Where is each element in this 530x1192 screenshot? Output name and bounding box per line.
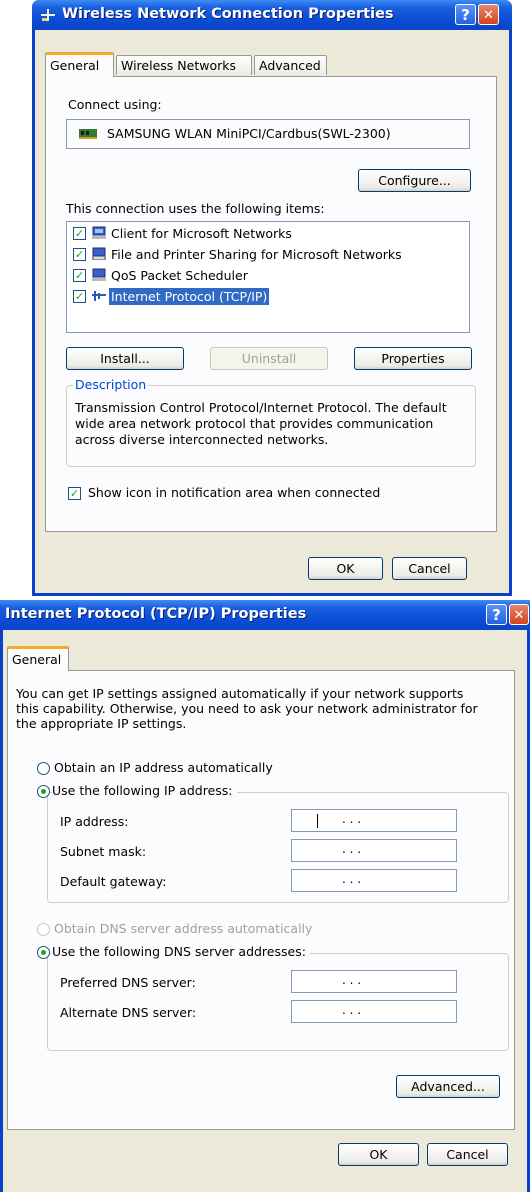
description-line: Transmission Control Protocol/Internet P… (75, 400, 447, 415)
close-button[interactable]: ✕ (478, 4, 499, 25)
network-card-icon (79, 129, 97, 139)
show-icon-checkbox[interactable]: ✓ (68, 487, 81, 500)
configure-button[interactable]: Configure... (358, 169, 471, 192)
description-line: wide area network protocol that provides… (75, 416, 434, 431)
tab-general[interactable]: General (45, 52, 114, 77)
cancel-button[interactable]: Cancel (392, 557, 467, 580)
description-title: Description (73, 377, 149, 392)
obtain-dns-auto-label[interactable]: Obtain DNS server address automatically (54, 921, 312, 936)
checkbox-qos[interactable]: ✓ (73, 269, 86, 282)
use-ip-label[interactable]: Use the following IP address: (52, 783, 237, 798)
use-dns-radio[interactable] (37, 946, 50, 959)
dialog1-tabbar: General Wireless Networks Advanced (45, 52, 505, 78)
cancel-button[interactable]: Cancel (427, 1143, 508, 1166)
help-button[interactable]: ? (455, 4, 476, 25)
list-item-label: QoS Packet Scheduler (111, 268, 248, 283)
ip-dots: . . . (342, 812, 362, 826)
list-item-client[interactable]: ✓ Client for Microsoft Networks (71, 225, 451, 243)
subnet-mask-label: Subnet mask: (60, 844, 147, 859)
list-item-tcpip[interactable]: ✓ Internet Protocol (TCP/IP) (71, 288, 451, 306)
ip-address-field[interactable]: . . . (291, 809, 457, 832)
use-ip-radio[interactable] (37, 785, 50, 798)
intro-line: this capability. Otherwise, you need to … (16, 701, 478, 716)
text-cursor (317, 814, 318, 828)
subnet-mask-field[interactable]: . . . (291, 839, 457, 862)
list-item-qos[interactable]: ✓ QoS Packet Scheduler (71, 267, 451, 285)
ip-dots: . . . (342, 872, 362, 886)
dialog1-titlebar[interactable]: Wireless Network Connection Properties ?… (32, 0, 512, 30)
dialog2-titlebar[interactable]: Internet Protocol (TCP/IP) Properties ? … (0, 600, 530, 630)
alternate-dns-label: Alternate DNS server: (60, 1005, 197, 1020)
ip-dots: . . . (342, 842, 362, 856)
help-button[interactable]: ? (486, 604, 507, 625)
tab-wireless-networks[interactable]: Wireless Networks (116, 55, 252, 75)
dialog1-client: General Wireless Networks Advanced Conne… (35, 30, 509, 593)
components-list[interactable]: ✓ Client for Microsoft Networks ✓ File a… (66, 221, 470, 333)
adapter-field: SAMSUNG WLAN MiniPCI/Cardbus(SWL-2300) (66, 119, 470, 149)
intro-line: You can get IP settings assigned automat… (16, 686, 464, 701)
tcpip-properties-dialog: Internet Protocol (TCP/IP) Properties ? … (0, 600, 530, 1192)
list-item-file-printer-sharing[interactable]: ✓ File and Printer Sharing for Microsoft… (71, 246, 451, 264)
ip-dots: . . . (342, 1003, 362, 1017)
connect-using-label: Connect using: (68, 97, 162, 112)
file-printer-sharing-icon (92, 247, 106, 260)
wireless-properties-dialog: Wireless Network Connection Properties ?… (32, 0, 512, 596)
qos-scheduler-icon (92, 268, 106, 281)
dialog2-general-panel: You can get IP settings assigned automat… (7, 670, 515, 1130)
description-group: Description Transmission Control Protoco… (66, 377, 476, 467)
dialog1-title: Wireless Network Connection Properties (62, 6, 394, 22)
adapter-name: SAMSUNG WLAN MiniPCI/Cardbus(SWL-2300) (107, 126, 391, 141)
obtain-dns-auto-radio[interactable] (37, 923, 50, 936)
show-icon-label[interactable]: Show icon in notification area when conn… (88, 485, 380, 500)
uninstall-button[interactable]: Uninstall (210, 347, 328, 370)
default-gateway-field[interactable]: . . . (291, 869, 457, 892)
dialog2-title: Internet Protocol (TCP/IP) Properties (5, 606, 307, 622)
list-item-label: File and Printer Sharing for Microsoft N… (111, 247, 402, 262)
obtain-ip-auto-radio[interactable] (37, 762, 50, 775)
checkbox-client[interactable]: ✓ (73, 227, 86, 240)
intro-line: the appropriate IP settings. (16, 716, 187, 731)
use-dns-label[interactable]: Use the following DNS server addresses: (52, 944, 310, 959)
dialog2-tabbar: General (7, 646, 507, 672)
list-item-label: Client for Microsoft Networks (111, 226, 292, 241)
tab-general[interactable]: General (7, 646, 69, 671)
ip-address-label: IP address: (60, 814, 129, 829)
description-line: across diverse interconnected networks. (75, 432, 329, 447)
ip-dots: . . . (342, 973, 362, 987)
tab-advanced[interactable]: Advanced (254, 55, 327, 75)
properties-button[interactable]: Properties (354, 347, 472, 370)
list-item-label-selected: Internet Protocol (TCP/IP) (109, 288, 270, 305)
close-button[interactable]: ✕ (509, 604, 529, 625)
alternate-dns-field[interactable]: . . . (291, 1000, 457, 1023)
ok-button[interactable]: OK (338, 1143, 419, 1166)
protocol-icon (92, 291, 106, 301)
network-client-icon (92, 226, 106, 239)
checkbox-file-sharing[interactable]: ✓ (73, 248, 86, 261)
preferred-dns-label: Preferred DNS server: (60, 975, 196, 990)
advanced-button[interactable]: Advanced... (396, 1075, 500, 1098)
dialog1-general-panel: Connect using: SAMSUNG WLAN MiniPCI/Card… (45, 76, 497, 532)
preferred-dns-field[interactable]: . . . (291, 970, 457, 993)
dialog2-client: General You can get IP settings assigned… (3, 630, 527, 1192)
default-gateway-label: Default gateway: (60, 874, 167, 889)
ok-button[interactable]: OK (308, 557, 383, 580)
checkbox-tcpip[interactable]: ✓ (73, 290, 86, 303)
network-connection-icon (41, 9, 55, 21)
obtain-ip-auto-label[interactable]: Obtain an IP address automatically (54, 760, 273, 775)
items-label: This connection uses the following items… (66, 201, 325, 216)
install-button[interactable]: Install... (66, 347, 184, 370)
